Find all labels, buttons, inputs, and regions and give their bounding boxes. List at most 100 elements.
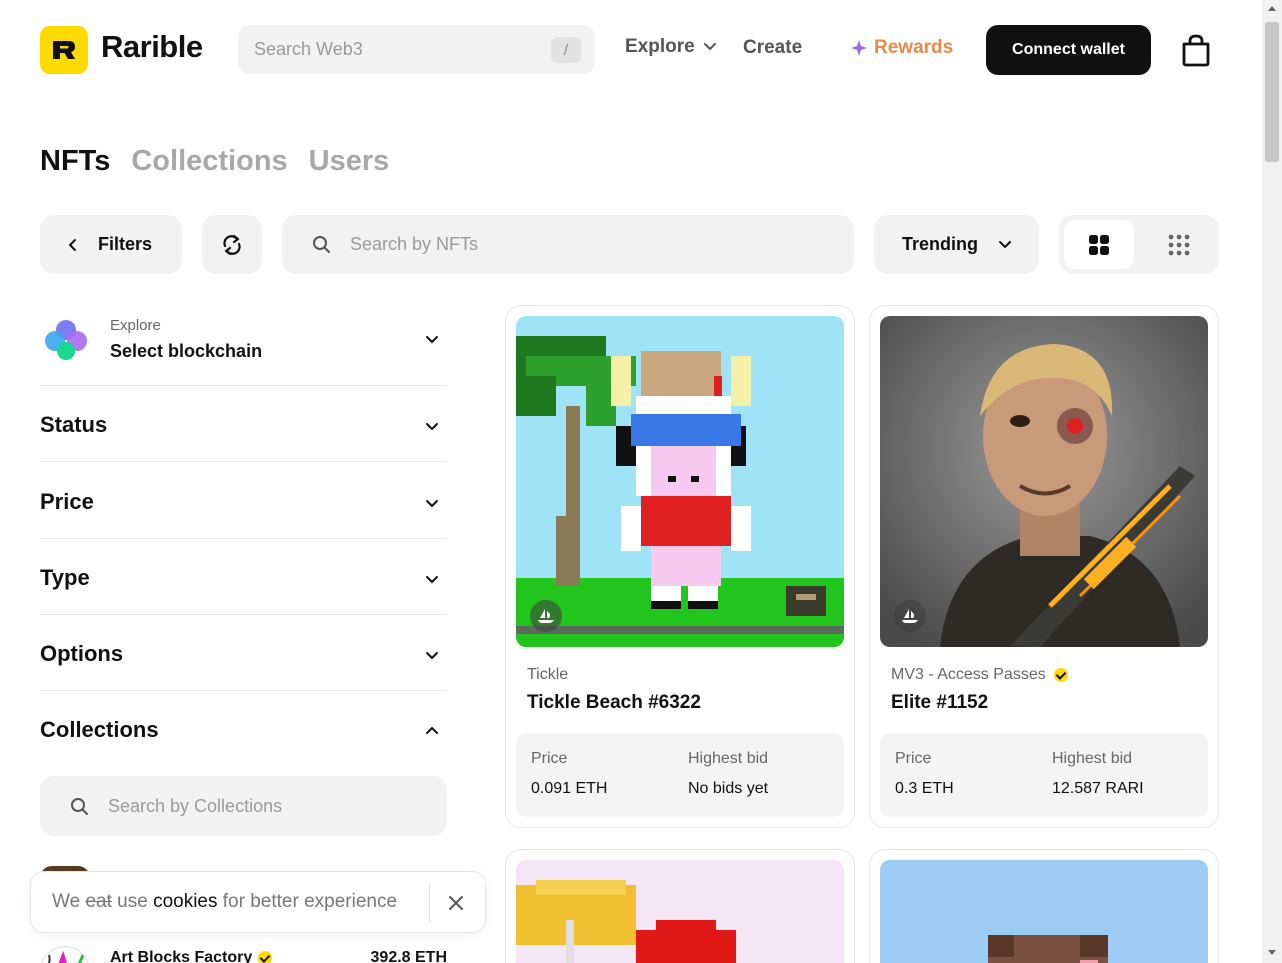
grid-large-icon xyxy=(1089,234,1109,255)
select-blockchain-dropdown[interactable]: Explore Select blockchain xyxy=(40,310,447,386)
nav-rewards[interactable]: Rewards xyxy=(850,37,953,59)
highest-bid-label: Highest bid xyxy=(688,750,769,767)
filter-section-label: Type xyxy=(40,565,90,590)
nft-image[interactable] xyxy=(516,860,844,963)
filter-section-options[interactable]: Options xyxy=(40,615,447,691)
chevron-down-icon xyxy=(426,500,438,508)
chevron-down-icon xyxy=(703,43,716,51)
nft-card[interactable] xyxy=(505,849,855,963)
explore-tabs: NFTs Collections Users xyxy=(40,145,389,178)
rewards-sparkle-icon xyxy=(851,40,867,56)
filter-section-status[interactable]: Status xyxy=(40,386,447,462)
chevron-down-icon xyxy=(426,423,438,431)
nav-rewards-label: Rewards xyxy=(874,37,954,58)
web3-search-input[interactable] xyxy=(238,25,538,74)
highest-bid-value: 12.587 RARI xyxy=(1052,780,1144,797)
scroll-down-arrow[interactable] xyxy=(1268,950,1276,955)
price-label: Price xyxy=(531,750,568,767)
connect-wallet-button[interactable]: Connect wallet xyxy=(986,25,1151,75)
filter-section-label: Collections xyxy=(40,717,159,742)
cookies-link[interactable]: cookies xyxy=(153,891,217,912)
rarible-logo-icon[interactable] xyxy=(40,26,88,74)
sort-label: Trending xyxy=(902,234,978,254)
nft-image[interactable] xyxy=(880,316,1208,647)
page-scrollbar[interactable] xyxy=(1262,0,1282,963)
nft-image[interactable] xyxy=(880,860,1208,963)
nft-collection-name[interactable]: Tickle xyxy=(527,666,568,684)
close-icon[interactable] xyxy=(445,892,467,914)
chevron-up-icon xyxy=(426,726,438,734)
nft-collection-text: MV3 - Access Passes xyxy=(891,666,1046,683)
nft-search-box[interactable] xyxy=(282,215,854,274)
refresh-icon xyxy=(223,234,241,255)
view-mode-toggle xyxy=(1059,215,1219,274)
nft-search-input[interactable] xyxy=(350,215,830,274)
filter-section-collections[interactable]: Collections xyxy=(40,691,447,767)
chevron-down-icon xyxy=(999,240,1011,248)
price-value: 0.091 ETH xyxy=(531,780,608,797)
filter-section-price[interactable]: Price xyxy=(40,463,447,539)
tab-collections[interactable]: Collections xyxy=(131,145,287,178)
nft-collection-name[interactable]: MV3 - Access Passes xyxy=(891,666,1068,684)
web3-search-box[interactable]: / xyxy=(238,25,595,74)
search-shortcut-key: / xyxy=(551,37,581,63)
filter-section-label: Options xyxy=(40,641,124,666)
scroll-thumb[interactable] xyxy=(1265,22,1279,162)
price-label: Price xyxy=(895,750,932,767)
large-grid-view-button[interactable] xyxy=(1064,220,1134,269)
nft-image[interactable] xyxy=(516,316,844,647)
filter-section-label: Status xyxy=(40,412,108,437)
scroll-up-arrow[interactable] xyxy=(1268,6,1276,11)
nft-collection-text: Tickle xyxy=(527,666,569,683)
highest-bid-value: No bids yet xyxy=(688,780,769,797)
collection-name: Art Blocks Factory xyxy=(110,949,273,963)
nft-price-panel: Price 0.3 ETH Highest bid 12.587 RARI xyxy=(880,733,1208,817)
top-header: Rarible / Explore Create Rewards Connect… xyxy=(0,0,1262,100)
nav-create[interactable]: Create xyxy=(743,37,802,59)
small-grid-view-button[interactable] xyxy=(1144,220,1214,269)
filter-section-label: Price xyxy=(40,489,94,514)
tab-nfts[interactable]: NFTs xyxy=(40,145,110,178)
cookie-text-use: use xyxy=(117,891,148,912)
filters-toggle-button[interactable]: Filters xyxy=(40,215,182,274)
collection-name-text: Art Blocks Factory xyxy=(110,949,253,963)
tab-users[interactable]: Users xyxy=(309,145,390,178)
nft-title[interactable]: Elite #1152 xyxy=(891,692,988,714)
filters-label: Filters xyxy=(98,234,153,254)
cookie-text-we: We xyxy=(52,891,81,912)
sort-dropdown[interactable]: Trending xyxy=(874,215,1039,274)
collections-search-box[interactable] xyxy=(40,776,447,836)
search-icon xyxy=(71,798,88,815)
nft-price-panel: Price 0.091 ETH Highest bid No bids yet xyxy=(516,733,844,817)
blockchain-sublabel: Explore xyxy=(110,317,161,334)
cookie-banner: We eat use cookies for better experience xyxy=(30,871,486,933)
shopping-bag-icon[interactable] xyxy=(1180,33,1212,67)
collections-search-input[interactable] xyxy=(108,776,428,836)
nft-card[interactable]: MV3 - Access Passes Elite #1152 Price 0.… xyxy=(869,305,1219,828)
cookie-message: We eat use cookies for better experience xyxy=(52,891,397,913)
cookie-divider xyxy=(429,884,430,922)
cookie-text-rest: for better experience xyxy=(222,891,398,912)
blockchain-label: Select blockchain xyxy=(110,341,263,361)
verified-badge-icon xyxy=(258,951,273,963)
nav-explore[interactable]: Explore xyxy=(625,36,717,58)
nft-card[interactable]: Tickle Tickle Beach #6322 Price 0.091 ET… xyxy=(505,305,855,828)
brand-name[interactable]: Rarible xyxy=(101,29,203,65)
multichain-icon xyxy=(45,320,87,360)
search-icon xyxy=(313,236,330,253)
nav-explore-label: Explore xyxy=(625,36,695,57)
chevron-left-icon xyxy=(68,238,76,251)
nft-title[interactable]: Tickle Beach #6322 xyxy=(527,692,701,714)
opensea-badge-icon xyxy=(530,600,562,632)
filter-section-type[interactable]: Type xyxy=(40,539,447,615)
opensea-badge-icon xyxy=(894,600,926,632)
highest-bid-label: Highest bid xyxy=(1052,750,1133,767)
collection-list-item[interactable]: Art Blocks Factory 392.8 ETH xyxy=(40,943,447,963)
chevron-down-icon xyxy=(426,652,438,660)
refresh-button[interactable] xyxy=(202,215,262,274)
collection-avatar xyxy=(40,946,90,963)
chevron-down-icon xyxy=(426,336,438,344)
collection-volume: 392.8 ETH xyxy=(370,949,447,963)
chevron-down-icon xyxy=(426,576,438,584)
nft-card[interactable] xyxy=(869,849,1219,963)
